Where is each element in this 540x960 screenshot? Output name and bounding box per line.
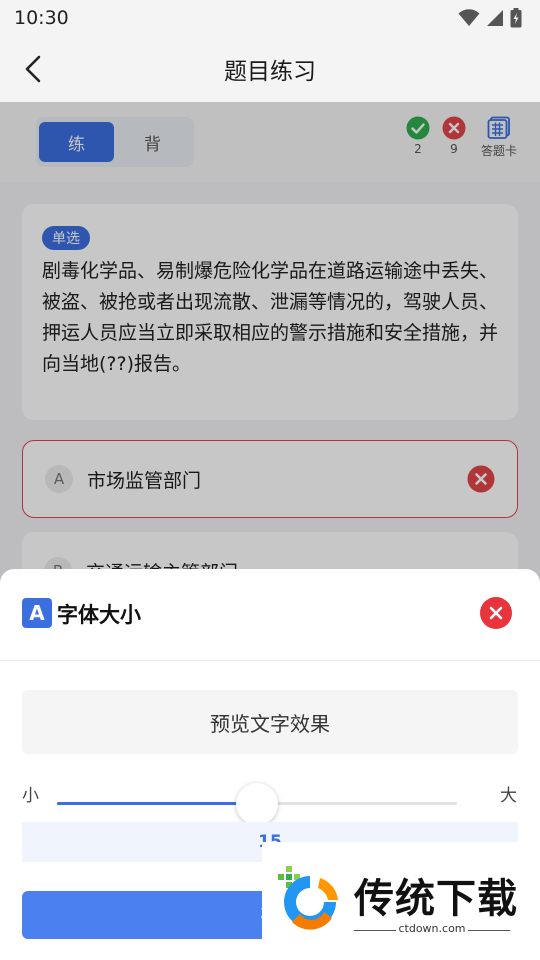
back-button[interactable] bbox=[16, 52, 50, 86]
slider-max-label: 大 bbox=[500, 786, 517, 806]
font-letter-icon: A bbox=[22, 598, 52, 628]
sheet-header: A 字体大小 bbox=[0, 569, 540, 661]
font-size-slider-thumb[interactable] bbox=[236, 783, 278, 825]
close-button[interactable] bbox=[480, 597, 512, 629]
status-icons bbox=[458, 8, 522, 28]
wifi-icon bbox=[458, 9, 480, 26]
font-size-slider-fill bbox=[57, 802, 257, 805]
font-preview-box: 预览文字效果 bbox=[22, 690, 518, 754]
status-bar: 10:30 bbox=[0, 0, 540, 36]
watermark-brand: 传统下载 bbox=[354, 876, 518, 922]
page-title: 题目练习 bbox=[224, 59, 316, 85]
battery-icon bbox=[510, 8, 522, 28]
chevron-left-icon bbox=[25, 55, 41, 83]
watermark: 传统下载 ctdown.com bbox=[262, 842, 540, 960]
brand-logo-icon bbox=[278, 866, 338, 930]
nav-bar: 题目练习 bbox=[0, 36, 540, 102]
slider-min-label: 小 bbox=[22, 786, 39, 806]
watermark-url: ctdown.com bbox=[398, 922, 466, 935]
close-icon bbox=[489, 606, 503, 620]
sheet-title: 字体大小 bbox=[57, 603, 141, 627]
status-time: 10:30 bbox=[14, 7, 69, 29]
signal-icon bbox=[487, 10, 503, 26]
